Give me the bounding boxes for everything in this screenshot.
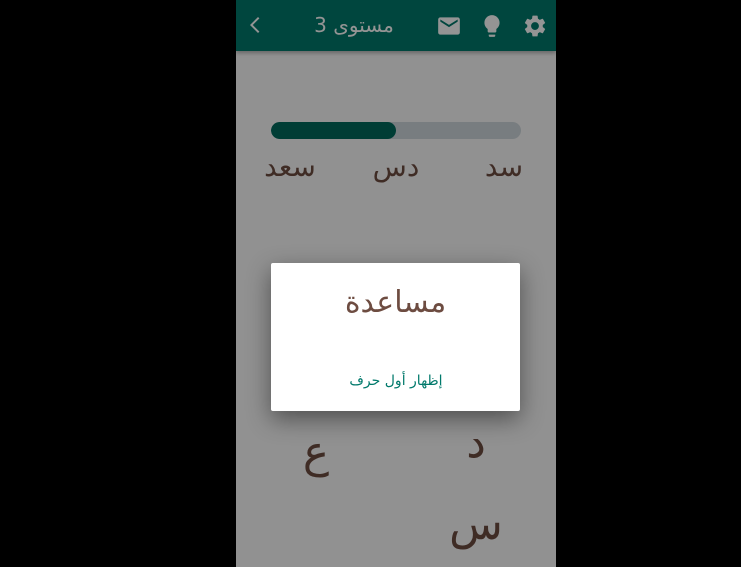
help-dialog: مساعدة إظهار أول حرف [271,263,520,411]
dialog-title: مساعدة [344,285,447,320]
reveal-first-letter-button[interactable]: إظهار أول حرف [331,369,461,393]
phone-screen: مستوى 3 سد دس سعد ع د س مساعدة إظهار أول… [236,0,556,567]
